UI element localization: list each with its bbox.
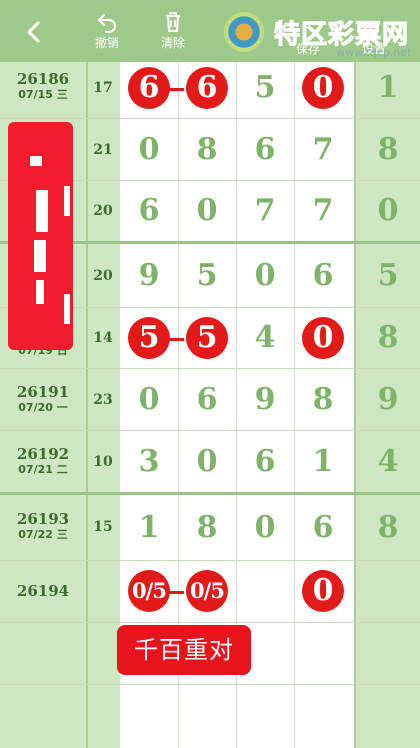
overlay-mark	[34, 240, 46, 272]
highlight-ball[interactable]: 0	[302, 317, 344, 359]
count-cell: 15	[93, 519, 113, 535]
trash-icon	[153, 10, 193, 36]
right-digit: 8	[377, 320, 399, 355]
group-divider	[0, 492, 420, 495]
issue-date: 07/22 三	[18, 528, 68, 541]
issue-cell: 26191 07/20 一	[0, 383, 86, 415]
right-digit: 4	[377, 444, 399, 479]
right-digit: 1	[377, 70, 399, 105]
undo-button[interactable]: 撤销	[87, 10, 127, 56]
digit-cell[interactable]: 0	[236, 510, 294, 545]
right-digit: 5	[377, 258, 399, 293]
digit-cell[interactable]: 0	[120, 382, 178, 417]
pattern-tag[interactable]: 千百重对	[117, 625, 251, 675]
undo-icon	[87, 10, 127, 36]
digit-cell[interactable]: 7	[236, 193, 294, 228]
clear-button[interactable]: 清除	[153, 10, 193, 56]
issue-date: 07/21 二	[18, 463, 68, 476]
issue-date: 07/15 三	[18, 88, 68, 101]
count-cell: 17	[93, 80, 113, 96]
issue-cell: 26186 07/15 三	[0, 70, 86, 102]
count-cell: 21	[93, 142, 113, 158]
grid-line	[0, 622, 420, 623]
logo: 特区彩票网 www.tqcp.net	[218, 8, 418, 60]
pair-connector	[168, 88, 186, 91]
digit-cell[interactable]: 7	[294, 193, 352, 228]
highlight-ball[interactable]: 6	[128, 67, 170, 109]
highlight-ball[interactable]: 0/5	[186, 570, 228, 612]
digit-cell[interactable]: 8	[178, 132, 236, 167]
digit-cell[interactable]: 9	[120, 258, 178, 293]
redaction-overlay	[8, 122, 73, 350]
overlay-mark	[36, 190, 48, 232]
issue-number: 26191	[16, 383, 70, 401]
grid-line	[0, 684, 420, 685]
digit-cell[interactable]: 4	[236, 320, 294, 355]
highlight-ball[interactable]: 0	[302, 570, 344, 612]
issue-number: 26193	[16, 510, 70, 528]
count-cell: 20	[93, 203, 113, 219]
digit-cell[interactable]: 6	[294, 258, 352, 293]
digit-cell[interactable]: 6	[120, 193, 178, 228]
back-button[interactable]	[20, 18, 48, 46]
issue-number: 26194	[16, 582, 70, 600]
overlay-mark	[36, 280, 44, 304]
issue-cell: 26194	[0, 582, 86, 600]
digit-cell[interactable]: 5	[178, 258, 236, 293]
highlight-ball[interactable]: 5	[186, 317, 228, 359]
right-digit: 8	[377, 132, 399, 167]
digit-cell[interactable]: 0	[178, 444, 236, 479]
digit-cell[interactable]: 9	[236, 382, 294, 417]
logo-url: www.tqcp.net	[336, 46, 412, 59]
toolbar: 撤销 清除 保存 设置 特区彩票网 www.tqcp.net	[0, 0, 420, 62]
count-cell: 20	[93, 268, 113, 284]
digit-cell[interactable]: 5	[236, 70, 294, 105]
digit-cell[interactable]: 6	[294, 510, 352, 545]
right-digit: 0	[377, 193, 399, 228]
issue-date: 07/20 一	[18, 401, 68, 414]
digit-cell[interactable]: 6	[236, 132, 294, 167]
logo-emblem-icon	[224, 12, 264, 52]
grid-line	[0, 368, 420, 369]
overlay-mark	[30, 156, 42, 166]
issue-number: 26192	[16, 445, 70, 463]
highlight-ball[interactable]: 5	[128, 317, 170, 359]
issue-cell: 26193 07/22 三	[0, 510, 86, 542]
digit-cell[interactable]: 6	[178, 382, 236, 417]
grid-line	[0, 560, 420, 561]
issue-number: 26186	[16, 70, 70, 88]
digit-cell[interactable]: 7	[294, 132, 352, 167]
overlay-mark	[64, 294, 70, 324]
digit-cell[interactable]: 0	[178, 193, 236, 228]
pair-connector	[168, 591, 186, 594]
count-cell: 10	[93, 454, 113, 470]
highlight-ball[interactable]: 6	[186, 67, 228, 109]
grid-line	[0, 118, 420, 119]
undo-label: 撤销	[94, 36, 119, 50]
digit-cell[interactable]: 1	[294, 444, 352, 479]
count-cell: 23	[93, 392, 113, 408]
highlight-ball[interactable]: 0	[302, 67, 344, 109]
digit-cell[interactable]: 8	[178, 510, 236, 545]
digit-cell[interactable]: 3	[120, 444, 178, 479]
digit-cell[interactable]: 8	[294, 382, 352, 417]
right-digit: 8	[377, 510, 399, 545]
digit-cell[interactable]: 6	[236, 444, 294, 479]
grid-line	[0, 430, 420, 431]
clear-label: 清除	[160, 36, 185, 50]
digit-cell[interactable]: 0	[236, 258, 294, 293]
digit-cell[interactable]: 0	[120, 132, 178, 167]
pair-connector	[168, 338, 186, 341]
overlay-mark	[64, 186, 70, 216]
highlight-ball[interactable]: 0/5	[128, 570, 170, 612]
issue-cell: 26192 07/21 二	[0, 445, 86, 477]
digit-cell[interactable]: 1	[120, 510, 178, 545]
count-cell: 14	[93, 330, 113, 346]
right-digit: 9	[377, 382, 399, 417]
